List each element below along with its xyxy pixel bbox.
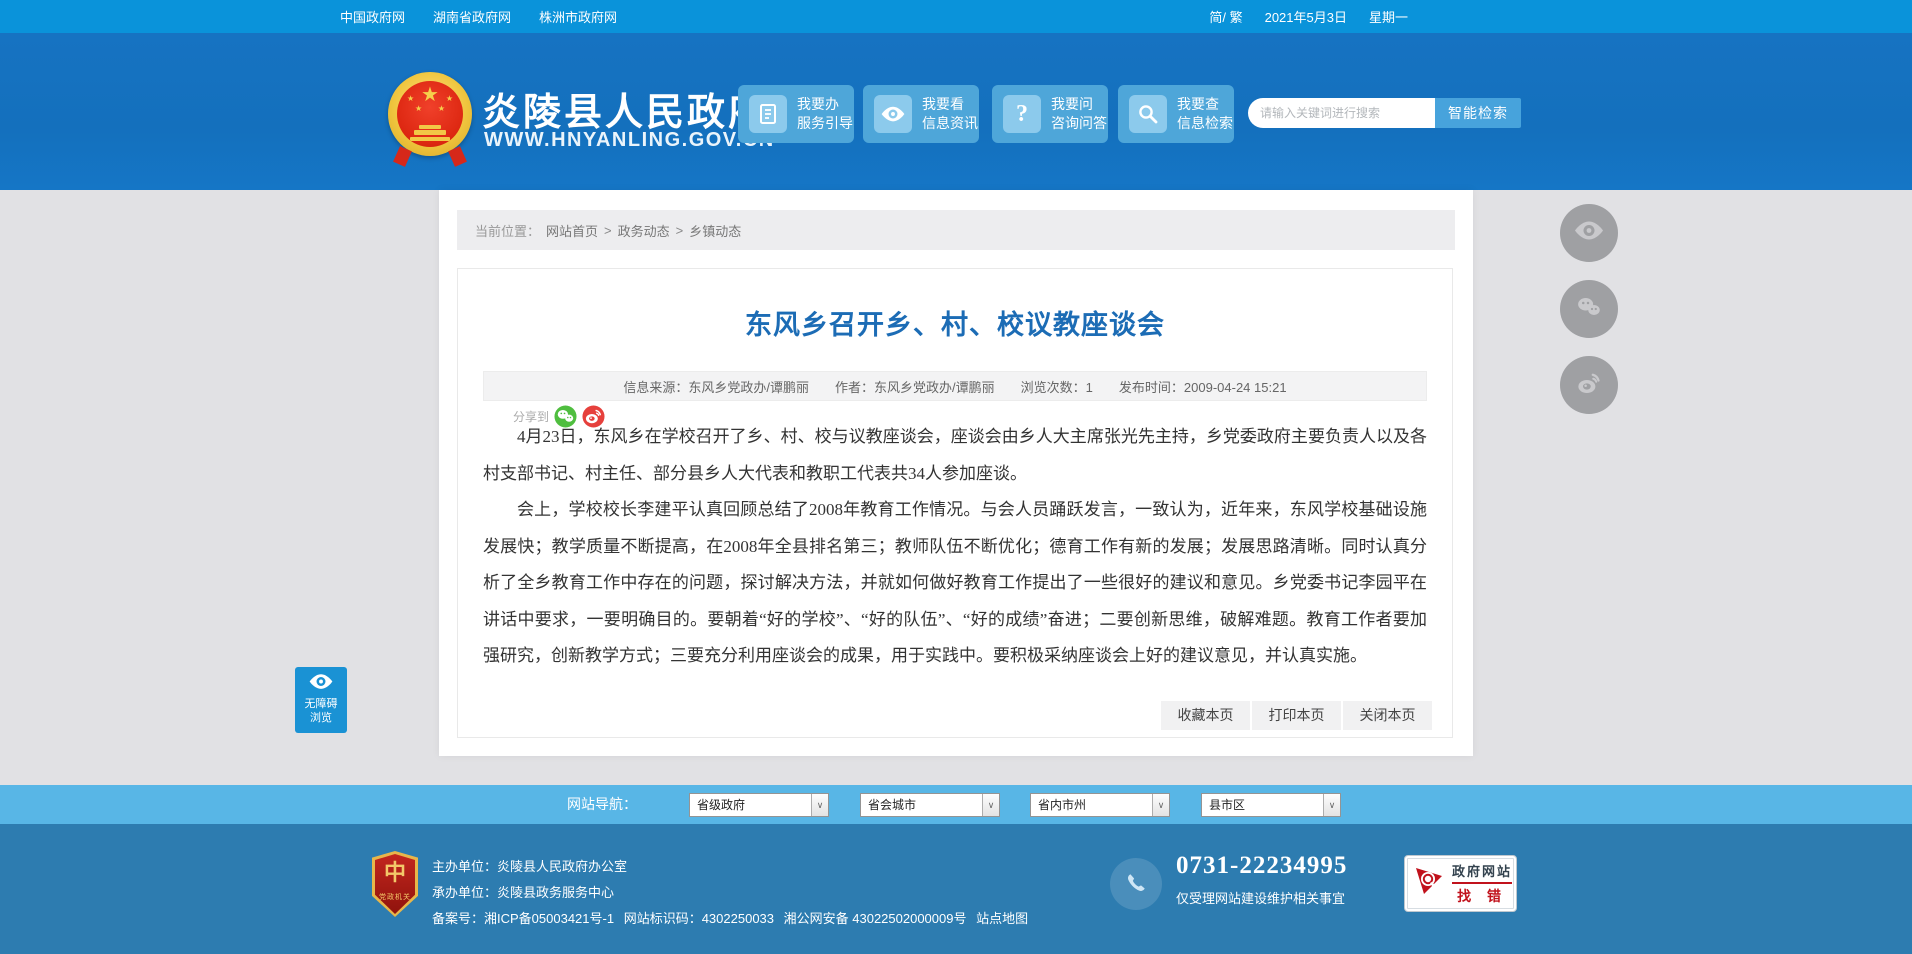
eye-icon bbox=[308, 674, 334, 694]
footer-nav: 网站导航： 省级政府 ∨ 省会城市 ∨ 省内市州 ∨ 县市区 ∨ bbox=[0, 785, 1912, 824]
breadcrumb-home[interactable]: 网站首页 bbox=[546, 221, 598, 240]
quick-button-label: 我要问 咨询问答 bbox=[1051, 96, 1107, 131]
chevron-down-icon: ∨ bbox=[811, 794, 828, 816]
link-china-gov[interactable]: 中国政府网 bbox=[340, 7, 405, 26]
select-provincial-gov[interactable]: 省级政府 ∨ bbox=[689, 793, 829, 817]
close-page-button[interactable]: 关闭本页 bbox=[1343, 701, 1432, 730]
wechat-icon[interactable] bbox=[554, 405, 577, 428]
footer-organizer: 主办单位：炎陵县人民政府办公室 bbox=[432, 859, 628, 874]
meta-publish-time: 发布时间：2009-04-24 15:21 bbox=[1118, 379, 1287, 395]
search-icon bbox=[1129, 95, 1167, 133]
meta-views: 浏览次数：1 bbox=[1020, 379, 1093, 395]
quick-button-label: 我要办 服务引导 bbox=[797, 96, 853, 131]
breadcrumb: 当前位置： 网站首页 > 政务动态 > 乡镇动态 bbox=[457, 210, 1455, 250]
select-county-districts[interactable]: 县市区 ∨ bbox=[1201, 793, 1341, 817]
article: 东风乡召开乡、村、校议教座谈会 信息来源：东风乡党政办/谭鹏丽 作者：东风乡党政… bbox=[457, 268, 1453, 738]
paragraph: 4月23日，东风乡在学校召开了乡、村、校与议教座谈会，座谈会由乡人大主席张光先主… bbox=[483, 427, 1427, 483]
lang-toggle[interactable]: 简/ 繁 bbox=[1209, 7, 1242, 26]
breadcrumb-township-news[interactable]: 乡镇动态 bbox=[689, 221, 741, 240]
emblem-inner: ★ ★ ★ ★ ★ bbox=[397, 81, 463, 147]
page: 中国政府网 湖南省政府网 株洲市政府网 简/ 繁 2021年5月3日 星期一 ★… bbox=[0, 0, 1912, 954]
chevron-down-icon: ∨ bbox=[1152, 794, 1169, 816]
select-province-cities[interactable]: 省内市州 ∨ bbox=[1030, 793, 1170, 817]
national-emblem-logo: ★ ★ ★ ★ ★ bbox=[388, 72, 472, 167]
print-page-button[interactable]: 打印本页 bbox=[1252, 701, 1341, 730]
quick-button-query[interactable]: 我要查 信息检索 bbox=[1118, 85, 1234, 143]
quick-button-label: 我要查 信息检索 bbox=[1177, 96, 1233, 131]
phone-icon bbox=[1110, 858, 1162, 910]
eye-icon bbox=[874, 95, 912, 133]
chevron-down-icon: ∨ bbox=[1323, 794, 1340, 816]
side-eye-button[interactable] bbox=[1560, 204, 1618, 262]
share-label: 分享到 bbox=[513, 410, 550, 424]
smart-search-button[interactable]: 智能检索 bbox=[1435, 98, 1521, 128]
quick-button-news[interactable]: 我要看 信息资讯 bbox=[863, 85, 979, 143]
site-url: WWW.HNYANLING.GOV.CN bbox=[484, 129, 775, 151]
current-date: 2021年5月3日 bbox=[1264, 10, 1347, 25]
search-input[interactable] bbox=[1248, 98, 1435, 128]
footer-records: 备案号：湘ICP备05003421号-1 网站标识码：4302250033 湘公… bbox=[432, 906, 1028, 932]
eye-icon bbox=[1573, 220, 1605, 246]
side-wechat-button[interactable] bbox=[1560, 280, 1618, 338]
article-title: 东风乡召开乡、村、校议教座谈会 bbox=[745, 310, 1165, 340]
link-zhuzhou-gov[interactable]: 株洲市政府网 bbox=[539, 7, 617, 26]
footer-undertaker: 承办单位：炎陵县政务服务中心 bbox=[432, 885, 615, 900]
sitemap-link[interactable]: 站点地图 bbox=[976, 911, 1028, 926]
topbar: 中国政府网 湖南省政府网 株洲市政府网 简/ 繁 2021年5月3日 星期一 bbox=[0, 0, 1912, 33]
meta-author: 作者：东风乡党政办/谭鹏丽 bbox=[835, 379, 995, 395]
link-hunan-gov[interactable]: 湖南省政府网 bbox=[433, 7, 511, 26]
quick-button-service[interactable]: 我要办 服务引导 bbox=[738, 85, 854, 143]
article-actions: 收藏本页 打印本页 关闭本页 bbox=[1161, 701, 1432, 730]
article-meta: 信息来源：东风乡党政办/谭鹏丽 作者：东风乡党政办/谭鹏丽 浏览次数：1 发布时… bbox=[483, 371, 1427, 401]
footer-nav-label: 网站导航： bbox=[567, 796, 637, 812]
topbar-links: 中国政府网 湖南省政府网 株洲市政府网 bbox=[340, 0, 617, 33]
select-capital-cities[interactable]: 省会城市 ∨ bbox=[860, 793, 1000, 817]
topbar-right: 简/ 繁 2021年5月3日 星期一 bbox=[1209, 0, 1408, 33]
footer-icp: 备案号：湘ICP备05003421号-1 bbox=[432, 911, 615, 926]
site-header: ★ ★ ★ ★ ★ 炎陵县人民政府 WWW.HNYANLING.GOV.CN 我… bbox=[0, 33, 1912, 190]
wechat-icon bbox=[1574, 292, 1604, 327]
site-title: 炎陵县人民政府 bbox=[482, 92, 770, 134]
accessibility-button[interactable]: 无障碍 浏览 bbox=[295, 667, 347, 733]
service-phone-number: 0731-22234995 bbox=[1176, 852, 1348, 879]
weibo-icon[interactable] bbox=[582, 405, 605, 428]
side-weibo-button[interactable] bbox=[1560, 356, 1618, 414]
weibo-icon bbox=[1574, 368, 1604, 403]
content-card: 当前位置： 网站首页 > 政务动态 > 乡镇动态 东风乡召开乡、村、校议教座谈会… bbox=[439, 190, 1473, 756]
phone-note: 仅受理网站建设维护相关事宜 bbox=[1176, 891, 1346, 906]
question-icon: ? bbox=[1003, 95, 1041, 133]
breadcrumb-gov-news[interactable]: 政务动态 bbox=[618, 221, 670, 240]
party-gov-badge: 中 党政机关 bbox=[372, 851, 418, 917]
footer-site-code: 网站标识码：4302250033 bbox=[623, 911, 775, 926]
meta-source: 信息来源：东风乡党政办/谭鹏丽 bbox=[623, 379, 810, 395]
footer-security-record: 湘公网安备 43022502000009号 bbox=[783, 911, 967, 926]
current-weekday: 星期一 bbox=[1368, 10, 1408, 25]
quick-button-ask[interactable]: ? 我要问 咨询问答 bbox=[992, 85, 1108, 143]
error-finder-icon bbox=[1411, 863, 1447, 904]
paragraph: 会上，学校校长李建平认真回顾总结了2008年教育工作情况。与会人员踊跃发言，一致… bbox=[483, 500, 1427, 665]
footer-info: 主办单位：炎陵县人民政府办公室 承办单位：炎陵县政务服务中心 备案号：湘ICP备… bbox=[432, 854, 1028, 932]
breadcrumb-label: 当前位置： bbox=[475, 223, 541, 239]
document-icon bbox=[749, 95, 787, 133]
favorite-page-button[interactable]: 收藏本页 bbox=[1161, 701, 1250, 730]
chevron-down-icon: ∨ bbox=[982, 794, 999, 816]
quick-button-label: 我要看 信息资讯 bbox=[922, 96, 978, 131]
gov-site-error-report-badge[interactable]: 政府网站 找 错 bbox=[1404, 855, 1517, 912]
share-row: 分享到 bbox=[513, 405, 605, 428]
article-body: 4月23日，东风乡在学校召开了乡、村、校与议教座谈会，座谈会由乡人大主席张光先主… bbox=[483, 419, 1427, 675]
footer: 中 党政机关 主办单位：炎陵县人民政府办公室 承办单位：炎陵县政务服务中心 备案… bbox=[0, 824, 1912, 954]
